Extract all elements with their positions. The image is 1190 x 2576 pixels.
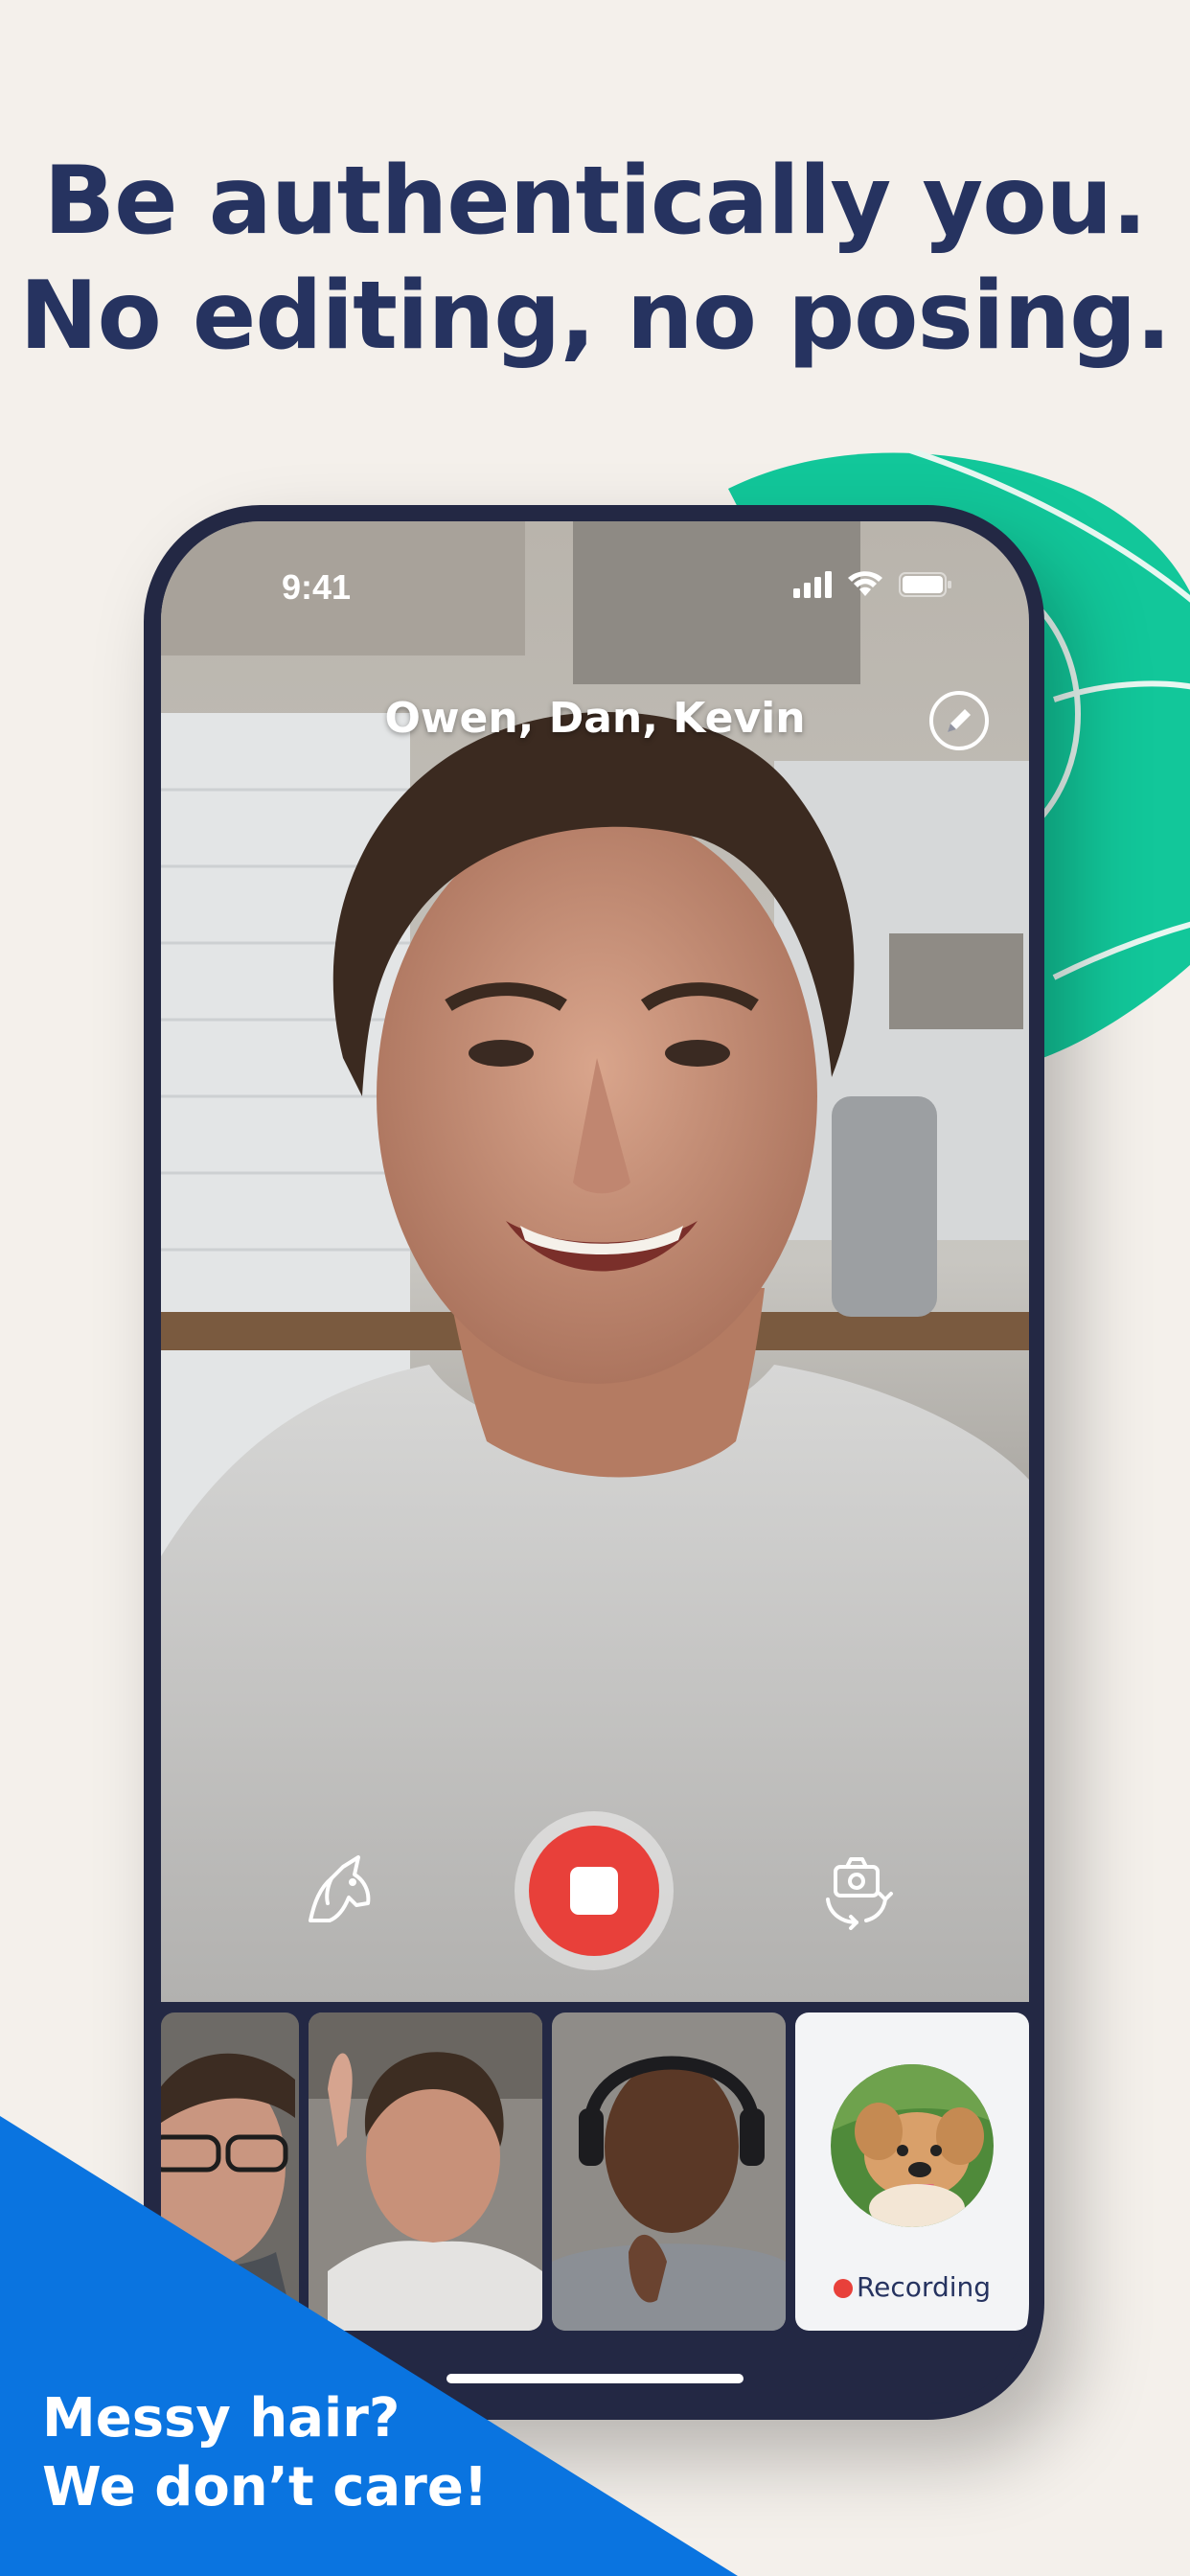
recording-status: Recording	[795, 2271, 1029, 2303]
main-video-feed[interactable]: 9:41 Owen, Dan, Kevin	[161, 521, 1029, 2002]
tagline-line-1: Messy hair?	[42, 2387, 400, 2450]
home-indicator[interactable]	[446, 2374, 744, 2383]
pencil-icon	[929, 691, 989, 750]
edit-button[interactable]	[928, 690, 990, 751]
recording-dot-icon	[833, 2279, 853, 2298]
recording-label: Recording	[856, 2271, 992, 2303]
participant-thumbnail[interactable]	[309, 2012, 542, 2331]
flip-camera-button[interactable]	[816, 1850, 897, 1930]
main-video-image	[161, 521, 1029, 2002]
headline-line-2: No editing, no posing.	[19, 262, 1171, 371]
headline: Be authentically you. No editing, no pos…	[0, 144, 1190, 374]
record-stop-button[interactable]	[515, 1811, 674, 1970]
call-participants-title: Owen, Dan, Kevin	[384, 694, 806, 743]
participant-thumbnail[interactable]	[552, 2012, 786, 2331]
dog-avatar	[831, 2064, 994, 2227]
phone-screen: 9:41 Owen, Dan, Kevin Recording	[161, 521, 1029, 2404]
battery-icon	[899, 572, 951, 597]
stop-icon	[570, 1867, 618, 1915]
unicorn-icon	[309, 1855, 371, 1922]
headline-line-1: Be authentically you.	[43, 147, 1147, 256]
tagline: Messy hair? We don’t care!	[42, 2384, 488, 2522]
signal-icon	[793, 571, 832, 598]
participant-thumbnail[interactable]	[161, 2012, 299, 2331]
status-icons	[793, 571, 952, 598]
participant-thumbnail-image	[309, 2012, 542, 2331]
participant-thumbnail-image	[161, 2012, 299, 2331]
wifi-icon	[848, 571, 882, 596]
filter-button[interactable]	[301, 1850, 381, 1930]
record-inner	[529, 1826, 659, 1956]
tagline-line-2: We don’t care!	[42, 2456, 489, 2518]
participant-thumbnail-image	[552, 2012, 786, 2331]
status-time: 9:41	[282, 567, 352, 607]
camera-flip-icon	[826, 1857, 893, 1930]
recording-tile[interactable]: Recording	[795, 2012, 1029, 2331]
